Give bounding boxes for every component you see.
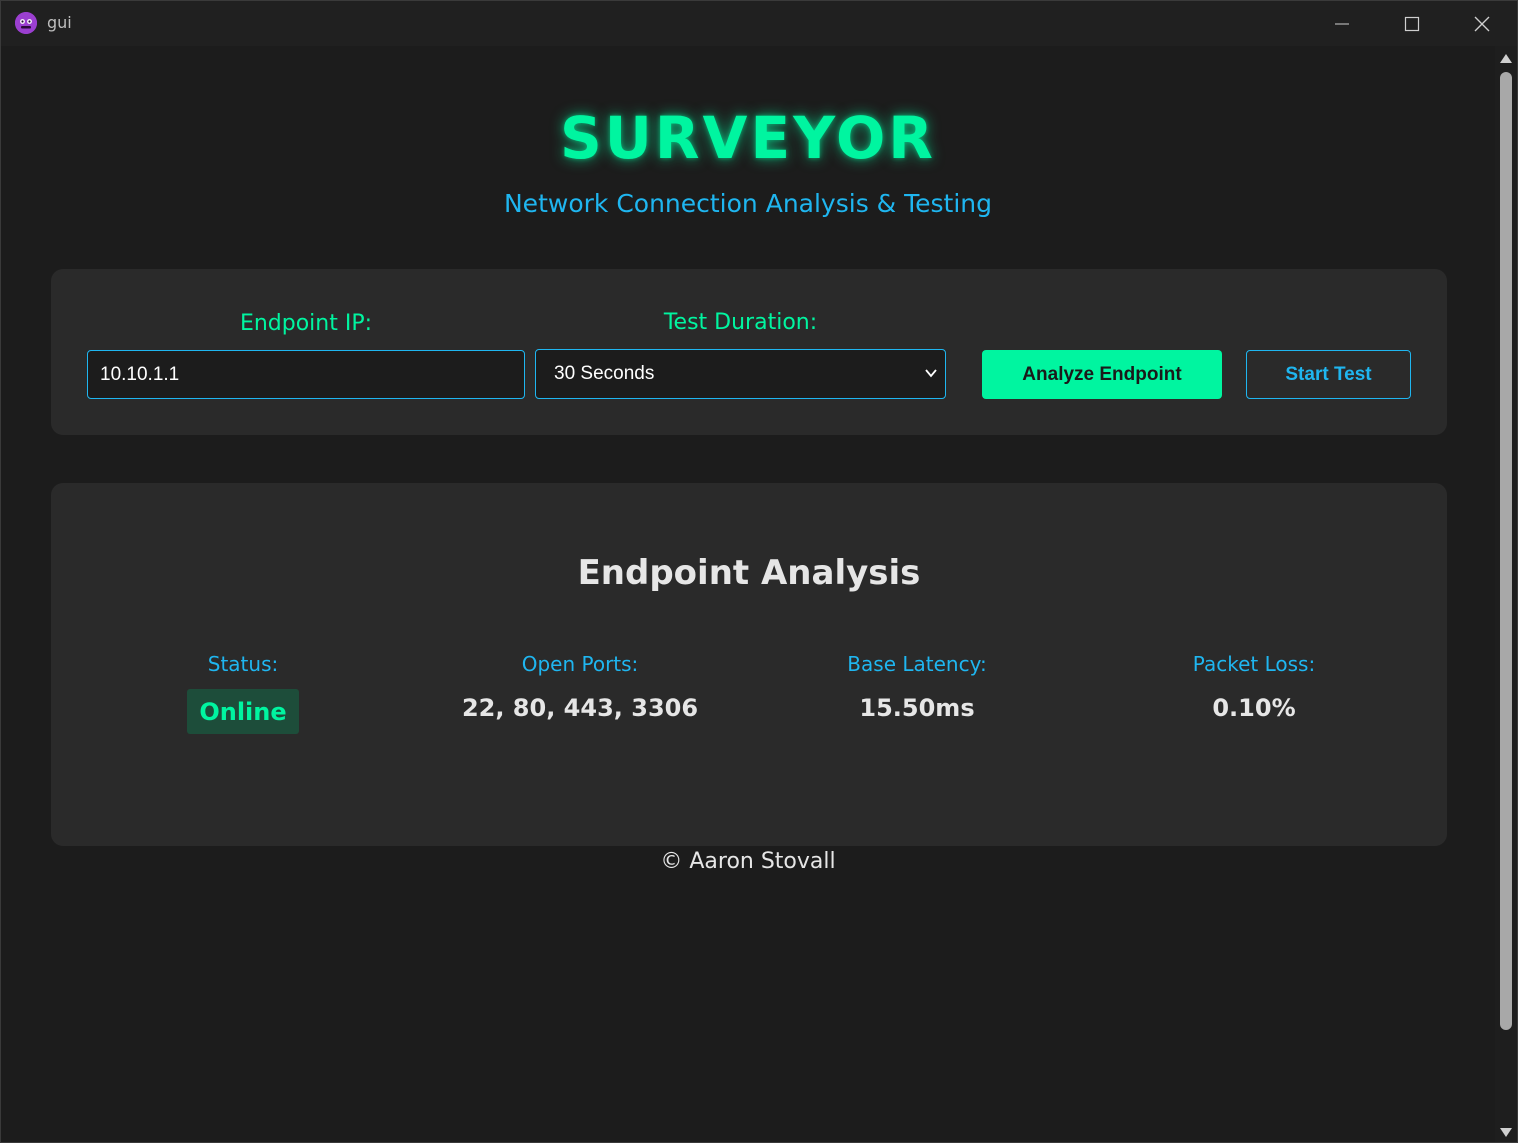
chevron-down-icon (923, 365, 939, 385)
open-ports-value: 22, 80, 443, 3306 (461, 694, 699, 722)
title-bar[interactable]: gui (1, 1, 1517, 46)
status-label: Status: (207, 652, 279, 676)
test-duration-label: Test Duration: (663, 310, 818, 335)
controls-panel: Endpoint IP: Test Duration: 30 Seconds A… (51, 269, 1447, 435)
maximize-button[interactable] (1377, 1, 1447, 46)
app-window: gui SURVEYOR Network Connection Analysis… (0, 0, 1518, 1143)
endpoint-ip-label: Endpoint IP: (239, 311, 373, 336)
open-ports-metric: Open Ports: 22, 80, 443, 3306 (420, 652, 740, 722)
base-latency-value: 15.50ms (859, 694, 975, 722)
footer-copyright: © Aaron Stovall (660, 849, 836, 874)
test-duration-value: 30 Seconds (554, 363, 655, 384)
close-button[interactable] (1447, 1, 1517, 46)
packet-loss-label: Packet Loss: (1192, 652, 1316, 676)
endpoint-ip-input[interactable] (87, 350, 525, 399)
scroll-down-icon[interactable] (1500, 1128, 1512, 1137)
open-ports-label: Open Ports: (521, 652, 639, 676)
minimize-icon (1335, 23, 1349, 24)
app-icon (15, 12, 37, 34)
minimize-button[interactable] (1307, 1, 1377, 46)
status-badge: Online (187, 689, 299, 734)
analysis-panel: Endpoint Analysis Status: Online Open Po… (51, 483, 1447, 846)
analyze-endpoint-button[interactable]: Analyze Endpoint (982, 350, 1222, 399)
status-metric: Status: Online (83, 652, 403, 734)
packet-loss-value: 0.10% (1212, 694, 1296, 722)
base-latency-label: Base Latency: (847, 652, 987, 676)
base-latency-metric: Base Latency: 15.50ms (757, 652, 1077, 722)
test-duration-select[interactable]: 30 Seconds (535, 349, 946, 399)
vertical-scrollbar[interactable] (1495, 46, 1517, 1142)
scrollbar-thumb[interactable] (1500, 72, 1512, 1030)
scroll-up-icon[interactable] (1500, 54, 1512, 63)
main-content: SURVEYOR Network Connection Analysis & T… (1, 46, 1495, 1142)
window-title: gui (47, 13, 72, 32)
close-icon (1474, 16, 1490, 31)
start-test-button[interactable]: Start Test (1246, 350, 1411, 399)
packet-loss-metric: Packet Loss: 0.10% (1094, 652, 1414, 722)
maximize-icon (1404, 16, 1420, 31)
app-subtitle: Network Connection Analysis & Testing (503, 189, 992, 218)
analysis-title: Endpoint Analysis (577, 553, 921, 593)
app-title: SURVEYOR (560, 104, 936, 172)
